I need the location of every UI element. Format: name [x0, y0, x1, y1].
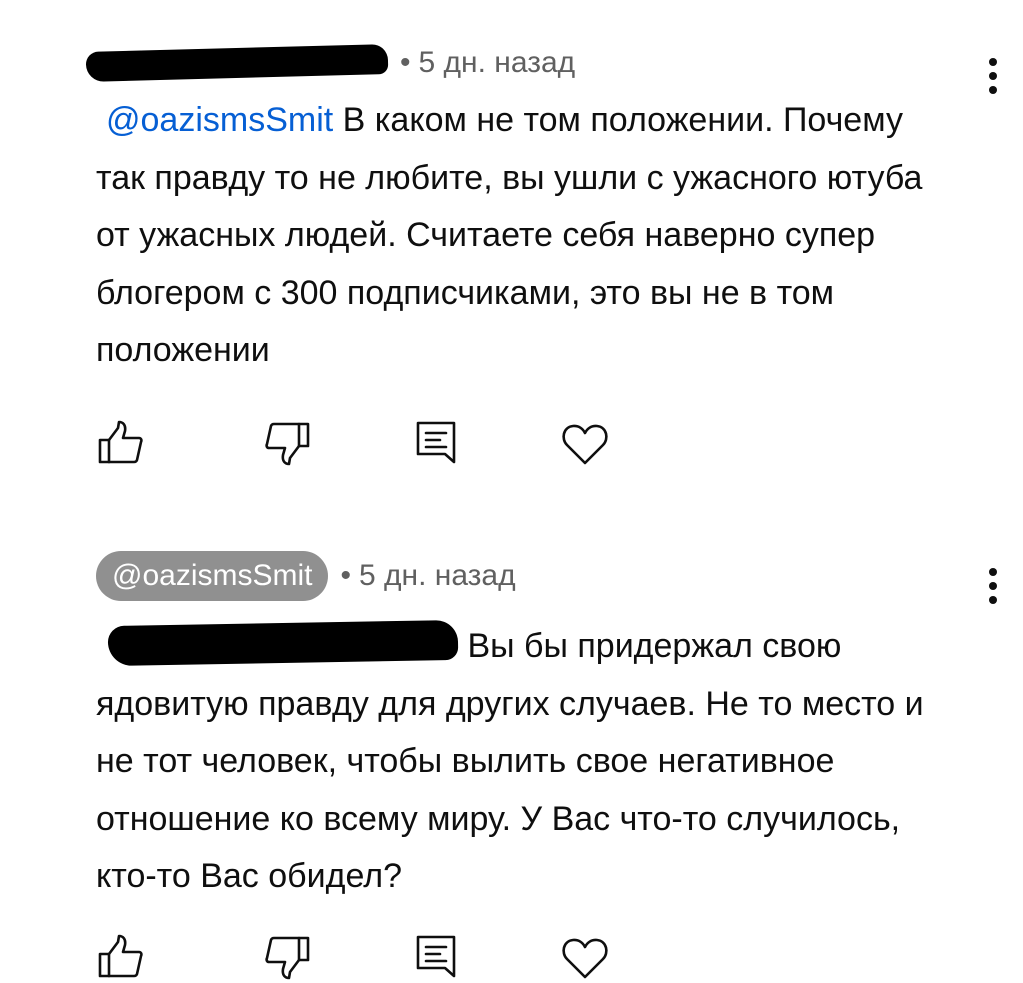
- comment-timestamp: 5 дн. назад: [418, 46, 576, 79]
- comment-timestamp: 5 дн. назад: [359, 559, 516, 592]
- author-chip[interactable]: @oazismsSmit: [96, 551, 329, 601]
- thumbs-up-icon[interactable]: [96, 932, 146, 982]
- thumbs-down-icon[interactable]: [262, 932, 312, 982]
- thumbs-down-icon[interactable]: [262, 418, 312, 468]
- more-vertical-icon[interactable]: [983, 58, 1003, 94]
- reply-icon[interactable]: [412, 932, 462, 982]
- comment-body: В каком не том положении. Почему так пра…: [96, 101, 923, 369]
- redacted-mention: [107, 619, 459, 667]
- thumbs-up-icon[interactable]: [96, 418, 146, 468]
- comment-actions: [96, 418, 656, 468]
- comment-body: Вы бы придержал свою ядовитую правду для…: [96, 627, 924, 895]
- comment-text: Вы бы придержал свою ядовитую правду для…: [96, 618, 936, 906]
- reply-icon[interactable]: [412, 418, 462, 468]
- comment-text: @oazismsSmit В каком не том положении. П…: [96, 92, 936, 380]
- meta-separator: •: [340, 559, 351, 592]
- comment-2: @oazismsSmit • 5 дн. назад Вы бы придерж…: [0, 520, 1023, 983]
- comment-1: • 5 дн. назад @oazismsSmit В каком не то…: [0, 0, 1023, 500]
- heart-icon[interactable]: [560, 418, 610, 468]
- redacted-author-name: [85, 44, 389, 82]
- meta-separator: •: [400, 46, 411, 79]
- comment-meta: @oazismsSmit • 5 дн. назад: [96, 550, 516, 602]
- comment-actions: [96, 932, 656, 982]
- more-vertical-icon[interactable]: [983, 568, 1003, 604]
- heart-icon[interactable]: [560, 932, 610, 982]
- mention-link[interactable]: @oazismsSmit: [106, 101, 333, 139]
- comment-meta: • 5 дн. назад: [85, 40, 576, 86]
